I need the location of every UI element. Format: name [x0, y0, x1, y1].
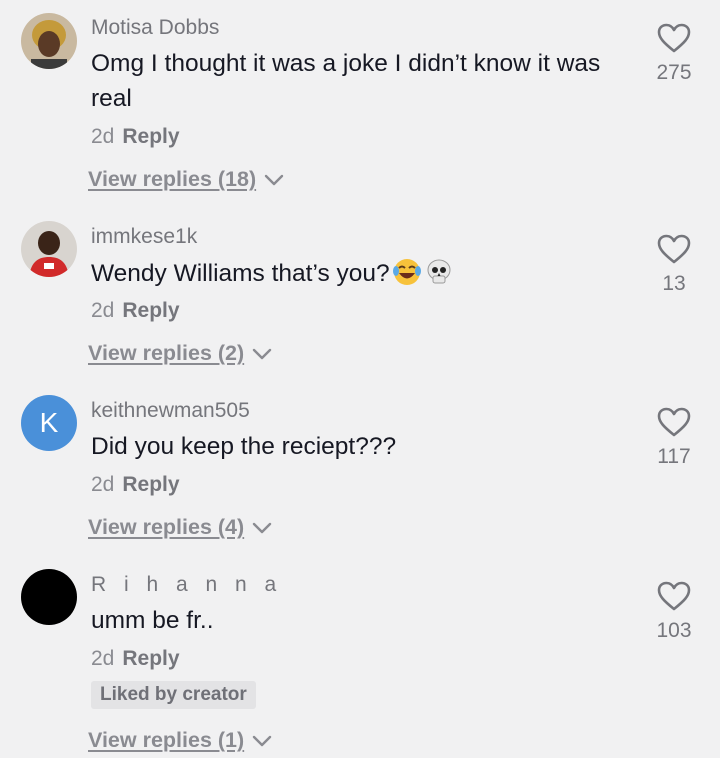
comment-meta: 2d Reply — [91, 125, 180, 149]
like-button[interactable]: 103 — [650, 580, 698, 643]
comment-meta: 2d Reply — [91, 647, 180, 671]
comment-text: umm be fr.. — [91, 607, 214, 634]
comment-text: Wendy Williams that’s you? — [91, 256, 639, 297]
avatar[interactable] — [21, 221, 77, 277]
comment-text-body: Wendy Williams that’s you? — [91, 260, 390, 287]
comment-time: 2d — [91, 647, 115, 670]
comment-time: 2d — [91, 299, 115, 322]
like-button[interactable]: 13 — [650, 233, 698, 296]
comment-username[interactable]: keithnewman505 — [91, 399, 250, 423]
like-count: 13 — [662, 272, 686, 295]
comment-text: Did you keep the reciept??? — [91, 433, 397, 460]
view-replies-button[interactable]: View replies (1) — [88, 728, 272, 753]
avatar-letter: K — [39, 407, 59, 438]
like-button[interactable]: 117 — [650, 406, 698, 469]
view-replies-label: View replies (2) — [88, 341, 245, 365]
heart-outline-icon — [650, 580, 698, 617]
comment-time: 2d — [91, 473, 115, 496]
comment-meta: 2d Reply — [91, 473, 180, 497]
heart-outline-icon — [650, 233, 698, 270]
face-with-tears-of-joy-emoji — [392, 257, 422, 297]
like-count: 103 — [656, 619, 692, 642]
reply-button[interactable]: Reply — [122, 125, 179, 148]
heart-outline-icon — [650, 22, 698, 59]
avatar[interactable] — [21, 13, 77, 69]
comment-meta: 2d Reply — [91, 299, 180, 323]
like-count: 275 — [656, 61, 692, 84]
liked-by-creator-badge: Liked by creator — [91, 681, 256, 709]
comment-username[interactable]: R i h a n n a — [91, 573, 282, 597]
comment-text: Omg I thought it was a joke I didn’t kno… — [91, 50, 601, 112]
view-replies-label: View replies (18) — [88, 167, 257, 191]
comment-username[interactable]: Motisa Dobbs — [91, 16, 219, 40]
chevron-down-icon — [264, 167, 284, 192]
heart-outline-icon — [650, 406, 698, 443]
view-replies-button[interactable]: View replies (2) — [88, 341, 272, 366]
comment-time: 2d — [91, 125, 115, 148]
chevron-down-icon — [252, 515, 272, 540]
chevron-down-icon — [252, 728, 272, 753]
like-count: 117 — [657, 445, 691, 468]
skull-emoji — [424, 257, 454, 297]
reply-button[interactable]: Reply — [122, 647, 179, 670]
avatar[interactable] — [21, 569, 77, 625]
view-replies-button[interactable]: View replies (4) — [88, 515, 272, 540]
chevron-down-icon — [252, 341, 272, 366]
view-replies-label: View replies (4) — [88, 515, 245, 539]
like-button[interactable]: 275 — [650, 22, 698, 85]
view-replies-label: View replies (1) — [88, 728, 245, 752]
view-replies-button[interactable]: View replies (18) — [88, 167, 284, 192]
reply-button[interactable]: Reply — [122, 473, 179, 496]
avatar[interactable]: K — [21, 395, 77, 451]
comment-username[interactable]: immkese1k — [91, 225, 197, 249]
reply-button[interactable]: Reply — [122, 299, 179, 322]
